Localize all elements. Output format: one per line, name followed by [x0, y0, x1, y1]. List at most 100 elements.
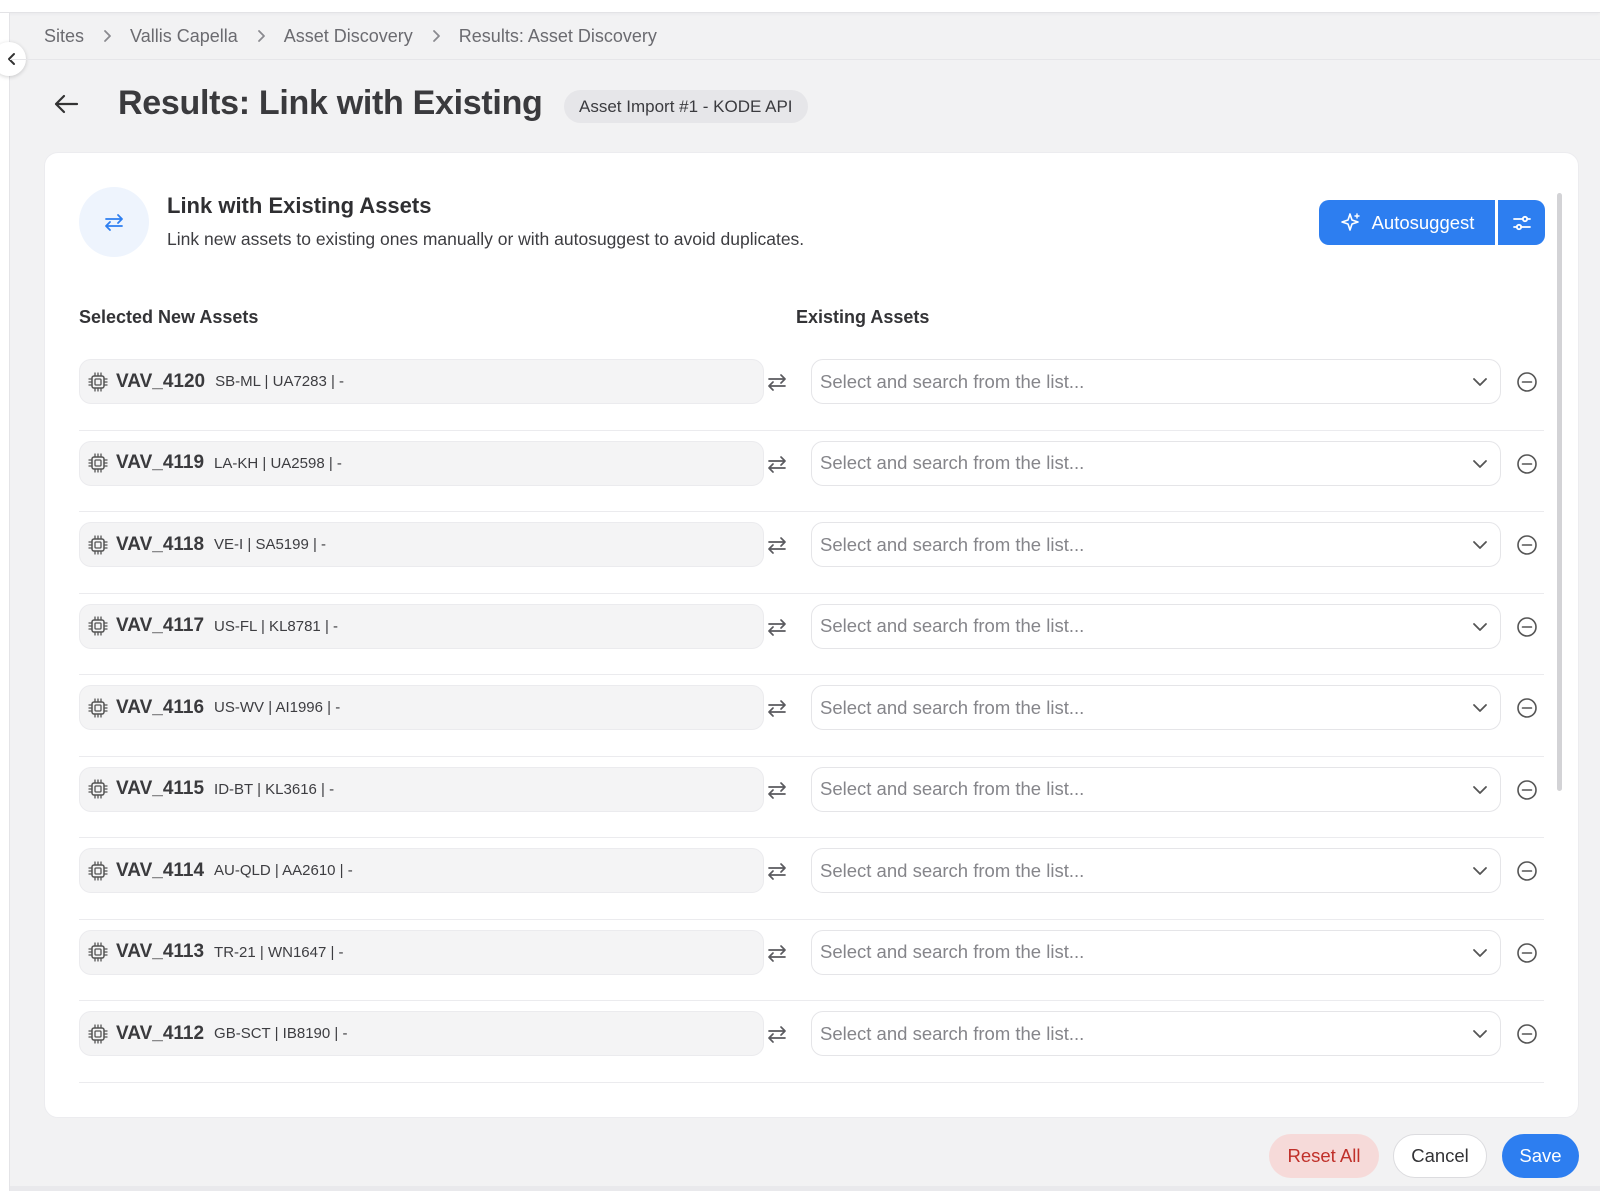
new-asset-chip: VAV_4119 LA-KH | UA2598 | -: [79, 440, 764, 486]
remove-row-button[interactable]: [1516, 453, 1538, 475]
asset-meta: US-FL | KL8781 | -: [214, 617, 339, 635]
minus-circle-icon: [1517, 779, 1537, 800]
chevron-down-icon: [1470, 943, 1490, 963]
remove-row-button[interactable]: [1516, 1023, 1538, 1045]
breadcrumb-item-sites[interactable]: Sites: [44, 26, 84, 47]
swap-arrows-icon: [765, 533, 789, 557]
existing-asset-select[interactable]: Select and search from the list...: [811, 359, 1501, 404]
existing-asset-select[interactable]: Select and search from the list...: [811, 929, 1501, 975]
select-placeholder: Select and search from the list...: [820, 941, 1085, 962]
chip-icon: [88, 453, 108, 473]
minus-circle-icon: [1517, 535, 1537, 555]
remove-row-button[interactable]: [1516, 779, 1538, 801]
new-asset-chip: VAV_4117 US-FL | KL8781 | -: [79, 603, 764, 649]
swap-arrows-icon: [765, 941, 789, 965]
asset-meta: ID-BT | KL3616 | -: [214, 780, 335, 798]
asset-name: VAV_4113: [116, 941, 205, 962]
card-title: Link with Existing Assets: [167, 193, 432, 218]
autosuggest-button[interactable]: Autosuggest: [1319, 200, 1495, 245]
chevron-down-icon: [1470, 372, 1490, 392]
existing-asset-select[interactable]: Select and search from the list...: [811, 522, 1501, 567]
breadcrumb-item-site[interactable]: Vallis Capella: [130, 26, 238, 47]
asset-meta: SB-ML | UA7283 | -: [215, 373, 345, 390]
select-placeholder: Select and search from the list...: [820, 370, 1085, 392]
asset-meta: LA-KH | UA2598 | -: [214, 454, 342, 472]
select-placeholder: Select and search from the list...: [820, 1022, 1085, 1044]
existing-asset-select[interactable]: Select and search from the list...: [811, 848, 1501, 893]
existing-asset-select[interactable]: Select and search from the list...: [811, 685, 1501, 730]
asset-link-row: VAV_4116 US-WV | AI1996 | - Select and s…: [79, 675, 1544, 757]
asset-link-row: VAV_4115 ID-BT | KL3616 | - Select and s…: [79, 757, 1544, 838]
asset-link-row: VAV_4113 TR-21 | WN1647 | - Select and s…: [79, 920, 1544, 1001]
new-asset-chip: VAV_4120 SB-ML | UA7283 | -: [79, 359, 764, 404]
autosuggest-label: Autosuggest: [1371, 211, 1475, 233]
swap-arrows-icon: [765, 859, 789, 883]
asset-link-row: VAV_4112 GB-SCT | IB8190 | - Select and …: [79, 1001, 1544, 1083]
chip-icon: [88, 534, 108, 555]
select-placeholder: Select and search from the list...: [820, 859, 1085, 881]
minus-circle-icon: [1517, 698, 1537, 718]
chevron-right-icon: [238, 29, 284, 43]
reset-all-button[interactable]: Reset All: [1269, 1134, 1379, 1178]
swap-arrows-icon: [765, 778, 789, 802]
asset-meta: AU-QLD | AA2610 | -: [214, 862, 353, 879]
remove-row-button[interactable]: [1516, 371, 1538, 393]
breadcrumb-item-asset-discovery[interactable]: Asset Discovery: [284, 26, 413, 47]
new-asset-chip: VAV_4115 ID-BT | KL3616 | -: [79, 766, 764, 812]
minus-circle-icon: [1517, 372, 1537, 392]
sidebar-rail: [0, 13, 10, 1191]
asset-link-row: VAV_4117 US-FL | KL8781 | - Select and s…: [79, 594, 1544, 675]
chip-icon: [88, 1023, 108, 1044]
chevron-down-icon: [1470, 861, 1490, 881]
cancel-button[interactable]: Cancel: [1393, 1134, 1487, 1178]
import-badge: Asset Import #1 - KODE API: [564, 90, 808, 123]
asset-name: VAV_4116: [116, 696, 205, 718]
remove-row-button[interactable]: [1516, 616, 1538, 638]
remove-row-button[interactable]: [1516, 860, 1538, 882]
save-button[interactable]: Save: [1502, 1134, 1579, 1178]
select-placeholder: Select and search from the list...: [820, 533, 1085, 555]
header-divider: [10, 59, 1600, 60]
swap-arrows-icon: [79, 187, 149, 257]
asset-name: VAV_4120: [116, 370, 206, 392]
new-asset-chip: VAV_4118 VE-I | SA5199 | -: [79, 522, 764, 567]
asset-meta: GB-SCT | IB8190 | -: [214, 1025, 348, 1042]
swap-arrows-icon: [765, 452, 789, 476]
minus-circle-icon: [1517, 942, 1537, 963]
autosuggest-settings-button[interactable]: [1498, 200, 1545, 245]
swap-arrows-icon: [765, 615, 789, 639]
remove-row-button[interactable]: [1516, 534, 1538, 556]
select-placeholder: Select and search from the list...: [820, 452, 1085, 473]
existing-asset-select[interactable]: Select and search from the list...: [811, 440, 1501, 486]
existing-asset-select[interactable]: Select and search from the list...: [811, 603, 1501, 649]
scrollbar[interactable]: [1557, 193, 1562, 791]
asset-link-row: VAV_4119 LA-KH | UA2598 | - Select and s…: [79, 431, 1544, 512]
back-button[interactable]: [50, 88, 82, 120]
bottom-edge: [10, 1186, 1600, 1191]
remove-row-button[interactable]: [1516, 697, 1538, 719]
column-header-new-assets: Selected New Assets: [79, 307, 259, 327]
existing-asset-select[interactable]: Select and search from the list...: [811, 1011, 1501, 1056]
minus-circle-icon: [1517, 861, 1537, 881]
breadcrumb-item-current: Results: Asset Discovery: [458, 25, 657, 46]
autosuggest-button-group: Autosuggest: [1319, 200, 1545, 245]
breadcrumb: Sites Vallis Capella Asset Discovery Res…: [44, 24, 657, 48]
asset-link-row: VAV_4120 SB-ML | UA7283 | - Select and s…: [79, 349, 1544, 431]
asset-name: VAV_4112: [116, 1022, 205, 1044]
asset-meta: TR-21 | WN1647 | -: [214, 943, 344, 961]
existing-asset-select[interactable]: Select and search from the list...: [811, 766, 1501, 812]
remove-row-button[interactable]: [1516, 942, 1538, 964]
asset-name: VAV_4115: [116, 778, 205, 799]
top-bar: [0, 0, 1600, 13]
select-placeholder: Select and search from the list...: [820, 696, 1085, 718]
asset-name: VAV_4117: [116, 615, 205, 636]
chevron-down-icon: [1470, 617, 1490, 637]
minus-circle-icon: [1517, 616, 1537, 637]
sliders-icon: [1512, 215, 1531, 230]
chip-icon: [88, 942, 108, 962]
select-placeholder: Select and search from the list...: [820, 778, 1085, 799]
asset-link-list: VAV_4120 SB-ML | UA7283 | - Select and s…: [79, 349, 1544, 1083]
asset-link-row: VAV_4114 AU-QLD | AA2610 | - Select and …: [79, 838, 1544, 920]
chevron-down-icon: [1470, 454, 1490, 474]
page-title: Results: Link with Existing: [118, 84, 543, 122]
